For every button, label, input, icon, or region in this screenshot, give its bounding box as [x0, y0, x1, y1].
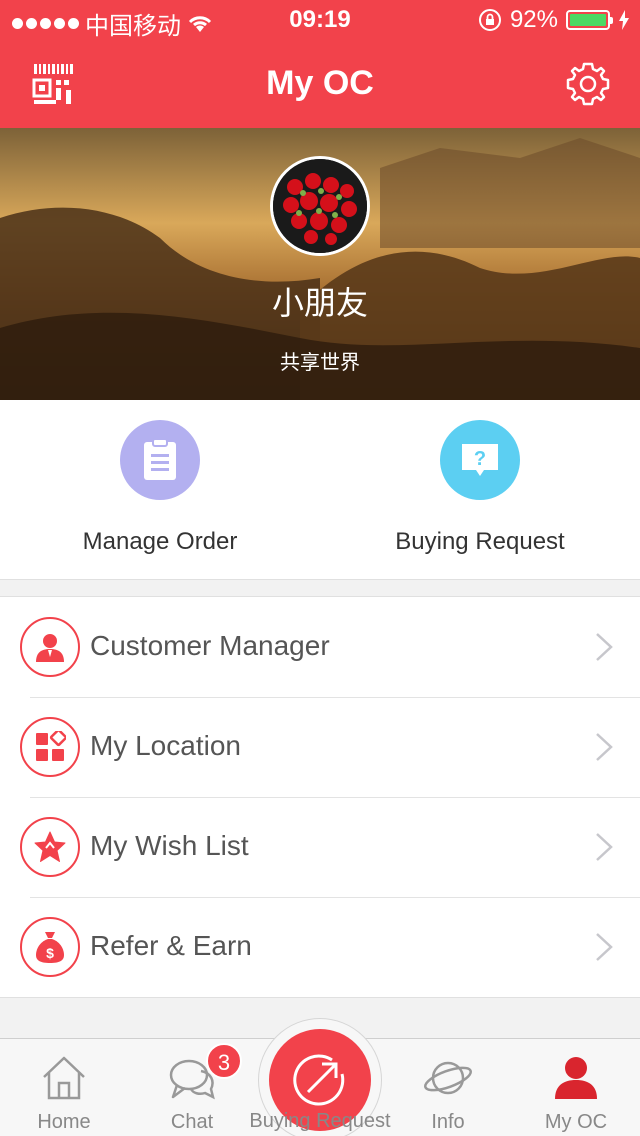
home-icon — [43, 1056, 85, 1100]
profile-motto: 共享世界 — [280, 352, 360, 374]
tab-my-oc[interactable]: My OC — [512, 1039, 640, 1136]
customer-manager-badge — [20, 617, 80, 677]
nav-bar: My OC — [0, 40, 640, 128]
menu-item-my-location[interactable]: My Location — [0, 697, 640, 797]
tab-label: Home — [37, 1111, 91, 1133]
tab-home[interactable]: Home — [0, 1039, 128, 1136]
profile-header: 小朋友 共享世界 — [0, 128, 640, 400]
chevron-right-icon — [596, 933, 613, 961]
avatar[interactable] — [270, 156, 370, 256]
menu-item-my-wish-list[interactable]: My Wish List — [0, 797, 640, 897]
menu-list: Customer Manager My Location My Wish Lis… — [0, 596, 640, 998]
manage-order-label: Manage Order — [82, 528, 238, 555]
battery-icon — [566, 10, 613, 30]
blocks-icon — [36, 731, 66, 761]
chevron-right-icon — [596, 633, 613, 661]
manage-order-circle — [120, 420, 200, 500]
quick-actions: Manage Order ? Buying Request — [0, 400, 640, 580]
menu-item-label: My Wish List — [90, 830, 249, 861]
buying-request-circle: ? — [440, 420, 520, 500]
manage-order-button[interactable]: Manage Order — [0, 400, 320, 579]
status-right: 92% — [478, 6, 630, 34]
profile-name: 小朋友 — [271, 285, 368, 321]
chevron-right-icon — [596, 833, 613, 861]
star-icon — [34, 831, 66, 862]
tab-label: My OC — [544, 1111, 608, 1133]
menu-item-label: Customer Manager — [90, 630, 330, 661]
refer-earn-badge: $ — [20, 917, 80, 977]
charging-bolt-icon — [619, 10, 629, 30]
gear-icon[interactable] — [564, 60, 612, 108]
svg-text:$: $ — [46, 945, 54, 961]
question-bubble-icon: ? — [462, 444, 498, 476]
chat-unread-badge: 3 — [206, 1043, 242, 1079]
flower-bouquet-icon — [273, 159, 367, 253]
chevron-right-icon — [596, 733, 613, 761]
menu-item-customer-manager[interactable]: Customer Manager — [0, 597, 640, 697]
person-icon — [555, 1057, 597, 1099]
battery-percent: 92% — [509, 6, 558, 33]
buying-request-label: Buying Request — [395, 528, 565, 555]
clipboard-icon — [144, 438, 176, 480]
page-title: My OC — [266, 64, 374, 102]
menu-item-label: My Location — [90, 730, 241, 761]
status-bar: 中国移动 09:19 92% — [0, 0, 640, 40]
planet-icon — [424, 1061, 472, 1095]
money-bag-icon: $ — [36, 932, 64, 963]
svg-text:?: ? — [474, 448, 486, 470]
menu-item-refer-earn[interactable]: $ Refer & Earn — [0, 897, 640, 997]
my-location-badge — [20, 717, 80, 777]
rotation-lock-icon — [478, 9, 501, 31]
arrow-circle-icon — [293, 1054, 345, 1106]
tab-label: Buying Request — [249, 1110, 391, 1132]
person-icon — [36, 634, 64, 662]
buying-request-button[interactable]: ? Buying Request — [320, 400, 640, 579]
menu-item-label: Refer & Earn — [90, 930, 252, 961]
my-wish-list-badge — [20, 817, 80, 877]
